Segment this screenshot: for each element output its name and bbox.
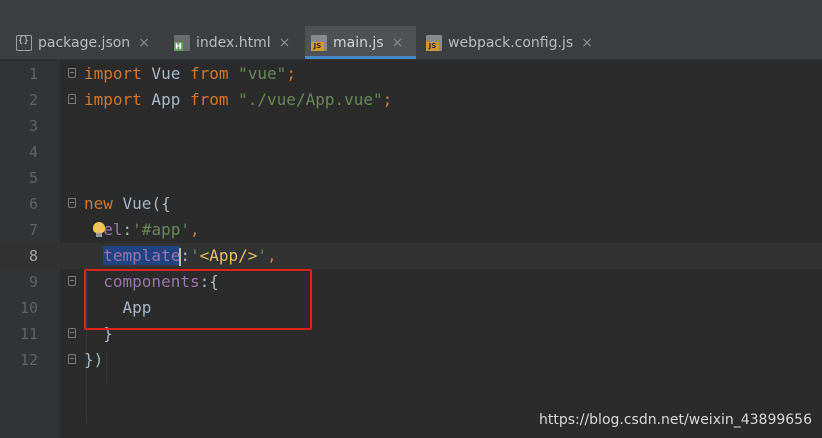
line-number: 6 <box>28 195 38 213</box>
code-text: new Vue({ <box>84 191 171 217</box>
code-line[interactable]: 2 import App from "./vue/App.vue"; <box>0 87 822 113</box>
code-token: : <box>122 220 133 239</box>
tab-main-js[interactable]: main.js × <box>305 26 416 59</box>
code-token: , <box>267 246 277 265</box>
code-token: template <box>103 246 181 265</box>
line-number: 5 <box>28 169 38 187</box>
line-number: 4 <box>28 143 38 161</box>
html-file-icon <box>174 34 190 51</box>
tab-index-html[interactable]: index.html × <box>168 26 303 59</box>
code-token: Vue({ <box>112 194 171 213</box>
close-icon[interactable]: × <box>279 35 291 51</box>
code-text: }) <box>84 347 103 373</box>
line-number: 3 <box>28 117 38 135</box>
code-line[interactable]: 5 <box>0 165 822 191</box>
highlight-box <box>84 269 312 330</box>
code-token: from <box>189 64 229 83</box>
line-number: 2 <box>28 91 38 109</box>
code-text: template:'<App/>', <box>84 243 277 269</box>
close-icon[interactable]: × <box>138 35 150 51</box>
tab-package-json[interactable]: package.json × <box>10 26 162 59</box>
code-token: <App/> <box>199 246 258 265</box>
tab-label: webpack.config.js <box>448 34 574 51</box>
code-token: App <box>141 90 190 109</box>
code-token: , <box>189 220 200 239</box>
fold-close-icon[interactable] <box>68 328 76 338</box>
js-file-icon <box>311 34 327 51</box>
code-token: ' <box>189 246 200 265</box>
fold-close-icon[interactable] <box>68 354 76 364</box>
code-token: }) <box>84 350 104 369</box>
code-line[interactable]: 8 template:'<App/>', <box>0 243 822 269</box>
code-text: import Vue from "vue"; <box>84 61 296 87</box>
editor-tab-bar: package.json × index.html × main.js × we… <box>0 26 822 60</box>
fold-open-icon[interactable] <box>68 68 76 78</box>
code-line[interactable]: 1 import Vue from "vue"; <box>0 61 822 87</box>
line-number: 10 <box>19 299 38 317</box>
json-file-icon <box>16 34 32 51</box>
line-number: 8 <box>28 247 38 265</box>
code-token: '#app' <box>132 220 190 239</box>
close-icon[interactable]: × <box>581 35 593 51</box>
line-number: 7 <box>28 221 38 239</box>
code-token: ; <box>382 90 393 109</box>
code-token: : <box>180 246 190 265</box>
tab-label: main.js <box>333 34 384 51</box>
fold-open-icon[interactable] <box>68 276 76 286</box>
js-file-icon <box>426 34 442 51</box>
code-token: el <box>103 220 123 239</box>
code-token: new <box>84 194 113 213</box>
fold-open-icon[interactable] <box>68 198 76 208</box>
fold-close-icon[interactable] <box>68 94 76 104</box>
line-number: 1 <box>28 65 38 83</box>
title-strip <box>0 0 822 26</box>
code-line[interactable]: 4 <box>0 139 822 165</box>
code-token: "./vue/App.vue" <box>238 90 383 109</box>
lightbulb-icon[interactable] <box>93 222 105 238</box>
line-number: 11 <box>19 325 38 343</box>
code-line[interactable]: 12}) <box>0 347 822 373</box>
code-line[interactable]: 7 el:'#app', <box>0 217 822 243</box>
code-token: import <box>84 90 142 109</box>
code-editor[interactable]: 1 import Vue from "vue"; 2 import App from … <box>0 61 822 438</box>
close-icon[interactable]: × <box>392 35 404 51</box>
watermark: https://blog.csdn.net/weixin_43899656 <box>538 412 812 428</box>
code-token: "vue" <box>238 64 287 83</box>
tab-label: index.html <box>196 34 271 51</box>
line-number: 12 <box>19 351 38 369</box>
code-line[interactable]: 6 new Vue({ <box>0 191 822 217</box>
code-token: Vue <box>141 64 190 83</box>
code-token: ' <box>257 246 268 265</box>
line-number: 9 <box>28 273 38 291</box>
code-token: import <box>84 64 142 83</box>
code-line[interactable]: 3 <box>0 113 822 139</box>
tab-webpack-config-js[interactable]: webpack.config.js × <box>420 26 610 59</box>
tab-label: package.json <box>38 34 131 51</box>
code-token: ; <box>286 64 296 83</box>
code-text: import App from "./vue/App.vue"; <box>84 87 392 113</box>
code-token: from <box>189 90 229 109</box>
